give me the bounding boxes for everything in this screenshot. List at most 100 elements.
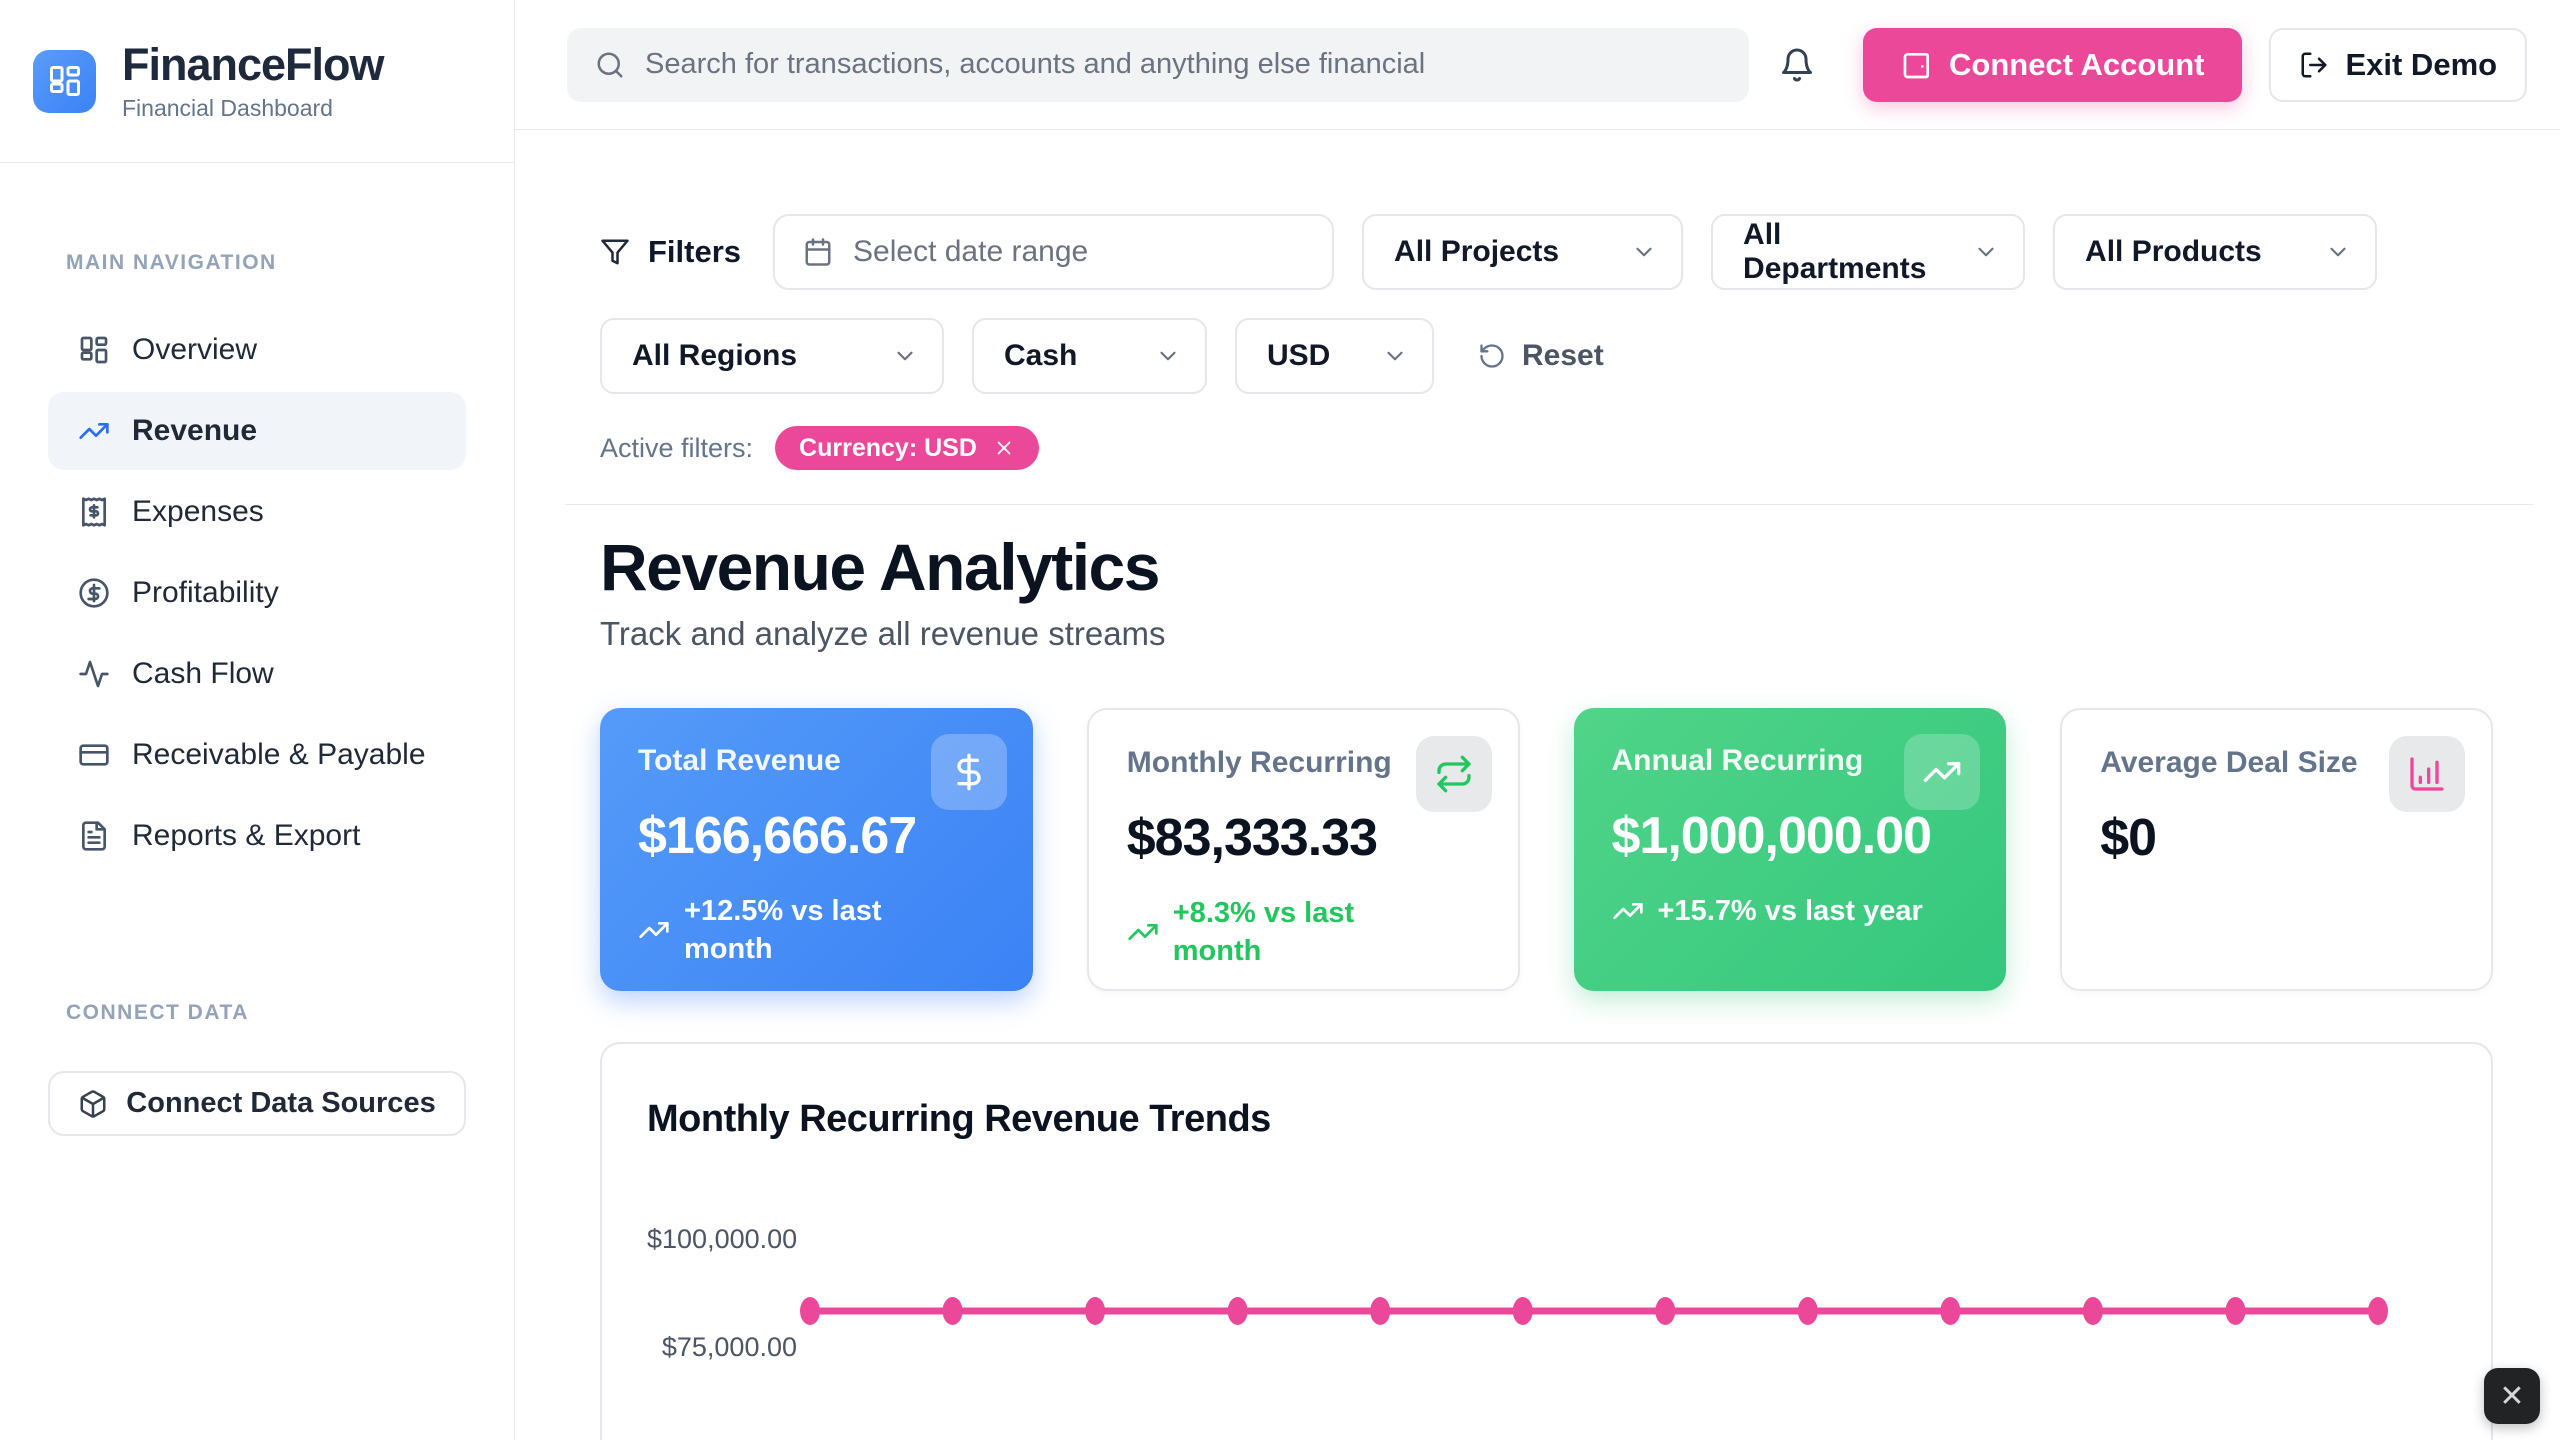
page-subtitle: Track and analyze all revenue streams [600, 611, 2533, 657]
sidebar-item-label: Reports & Export [132, 819, 360, 853]
chart-title: Monthly Recurring Revenue Trends [647, 1098, 2446, 1141]
calendar-icon [803, 237, 833, 267]
bar-chart-icon [2407, 754, 2447, 794]
nav-section-label: MAIN NAVIGATION [66, 251, 514, 275]
chevron-down-icon [1973, 239, 1999, 265]
content: Filters Select date range All Projects A… [515, 130, 2560, 1440]
sidebar-item-label: Expenses [132, 495, 264, 529]
kpi-value: $1,000,000.00 [1612, 806, 1969, 866]
departments-select[interactable]: All Departments [1711, 214, 2025, 290]
kpi-icon-box [1416, 736, 1492, 812]
connect-account-label: Connect Account [1949, 47, 2204, 83]
kpi-delta-text: +12.5% vs last month [684, 892, 934, 968]
bell-icon [1779, 47, 1815, 83]
sidebar-item-expenses[interactable]: Expenses [48, 473, 466, 551]
trending-up-icon [638, 914, 670, 946]
sidebar: FinanceFlow Financial Dashboard MAIN NAV… [0, 0, 515, 1440]
filter-funnel-icon [600, 237, 630, 267]
data-point-marker [943, 1297, 963, 1325]
currency-select[interactable]: USD [1235, 318, 1434, 394]
regions-select-value: All Regions [632, 339, 797, 373]
y-axis-tick: $100,000.00 [647, 1221, 797, 1257]
repeat-icon [1434, 754, 1474, 794]
accounting-basis-value: Cash [1004, 339, 1077, 373]
kpi-card-average-deal-size: Average Deal Size $0 [2060, 708, 2493, 991]
circle-dollar-icon [78, 577, 110, 609]
chevron-down-icon [892, 343, 918, 369]
sidebar-item-cash-flow[interactable]: Cash Flow [48, 635, 466, 713]
kpi-card-total-revenue: Total Revenue $166,666.67 +12.5% vs last… [600, 708, 1033, 991]
close-icon[interactable] [993, 437, 1015, 459]
kpi-delta: +8.3% vs last month [1127, 894, 1480, 970]
kpi-delta-text: +8.3% vs last month [1173, 894, 1423, 970]
connect-section-label: CONNECT DATA [66, 1001, 514, 1025]
log-out-icon [2299, 50, 2329, 80]
reset-filters-button[interactable]: Reset [1478, 339, 1604, 373]
filters-title: Filters [600, 234, 741, 270]
connect-button-label: Connect Data Sources [126, 1087, 435, 1120]
sidebar-item-profitability[interactable]: Profitability [48, 554, 466, 632]
trending-up-icon [1612, 895, 1644, 927]
filters-row-2: All Regions Cash USD Reset [600, 318, 2493, 394]
data-point-marker [1798, 1297, 1818, 1325]
data-point-marker [2368, 1297, 2388, 1325]
kpi-delta-text: +15.7% vs last year [1658, 892, 1923, 930]
connect-account-button[interactable]: Connect Account [1863, 28, 2242, 102]
data-point-marker [1940, 1297, 1960, 1325]
data-point-marker [2225, 1297, 2245, 1325]
sidebar-item-receivable-payable[interactable]: Receivable & Payable [48, 716, 466, 794]
trending-up-icon [78, 415, 110, 447]
exit-demo-button[interactable]: Exit Demo [2269, 28, 2527, 102]
kpi-icon-box [2389, 736, 2465, 812]
trending-up-icon [1922, 752, 1962, 792]
kpi-value: $0 [2100, 808, 2453, 868]
brand-name: FinanceFlow [122, 40, 384, 90]
products-select[interactable]: All Products [2053, 214, 2377, 290]
receipt-icon [78, 496, 110, 528]
sidebar-item-reports-export[interactable]: Reports & Export [48, 797, 466, 875]
trending-up-icon [1127, 916, 1159, 948]
layout-dashboard-icon [47, 63, 83, 99]
accounting-basis-select[interactable]: Cash [972, 318, 1207, 394]
search-input[interactable] [645, 48, 1721, 81]
date-range-input[interactable]: Select date range [773, 214, 1334, 290]
filters-title-label: Filters [648, 234, 741, 270]
regions-select[interactable]: All Regions [600, 318, 944, 394]
search-icon [595, 50, 625, 80]
chevron-down-icon [1155, 343, 1181, 369]
notifications-button[interactable] [1775, 43, 1819, 87]
reset-label: Reset [1522, 339, 1604, 373]
sidebar-item-label: Revenue [132, 414, 257, 448]
departments-select-value: All Departments [1743, 218, 1955, 286]
sidebar-item-label: Overview [132, 333, 257, 367]
kpi-card-annual-recurring: Annual Recurring $1,000,000.00 +15.7% vs… [1574, 708, 2007, 991]
sidebar-item-overview[interactable]: Overview [48, 311, 466, 389]
data-point-marker [2083, 1297, 2103, 1325]
chevron-down-icon [2325, 239, 2351, 265]
chip-label: Currency: USD [799, 434, 977, 463]
sidebar-item-label: Profitability [132, 576, 279, 610]
chevron-down-icon [1382, 343, 1408, 369]
brand-tagline: Financial Dashboard [122, 95, 384, 122]
credit-card-icon [78, 739, 110, 771]
activity-icon [78, 658, 110, 690]
kpi-icon-box [1904, 734, 1980, 810]
sidebar-item-revenue[interactable]: Revenue [48, 392, 466, 470]
package-icon [78, 1089, 108, 1119]
exit-demo-label: Exit Demo [2345, 47, 2497, 83]
data-point-marker [1655, 1297, 1675, 1325]
kpi-card-monthly-recurring: Monthly Recurring $83,333.33 +8.3% vs la… [1087, 708, 1520, 991]
app-root: FinanceFlow Financial Dashboard MAIN NAV… [0, 0, 2560, 1440]
products-select-value: All Products [2085, 235, 2262, 269]
data-point-marker [1228, 1297, 1248, 1325]
active-filter-chip-currency[interactable]: Currency: USD [775, 426, 1039, 470]
projects-select[interactable]: All Projects [1362, 214, 1683, 290]
kpi-icon-box [931, 734, 1007, 810]
page-header: Revenue Analytics Track and analyze all … [600, 531, 2533, 657]
filters-row-1: Filters Select date range All Projects A… [600, 214, 2493, 290]
data-point-marker [1085, 1297, 1105, 1325]
overlay-close-button[interactable]: ✕ [2484, 1368, 2540, 1424]
connect-data-sources-button[interactable]: Connect Data Sources [48, 1071, 466, 1136]
currency-select-value: USD [1267, 339, 1330, 373]
active-filters-row: Active filters: Currency: USD [600, 426, 2493, 470]
